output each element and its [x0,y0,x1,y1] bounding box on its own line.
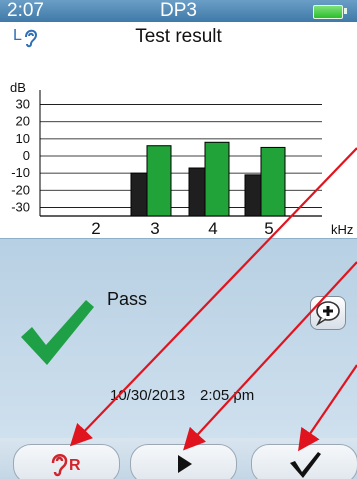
arrow-to-ear-button [69,147,357,447]
arrow-to-play-button [183,261,357,451]
annotation-arrows [69,147,357,452]
arrow-to-confirm-button [298,364,357,452]
device-screen: 2:07 DP3 L Test result 30 20 10 0 -10 -20 -30 d… [0,0,357,479]
